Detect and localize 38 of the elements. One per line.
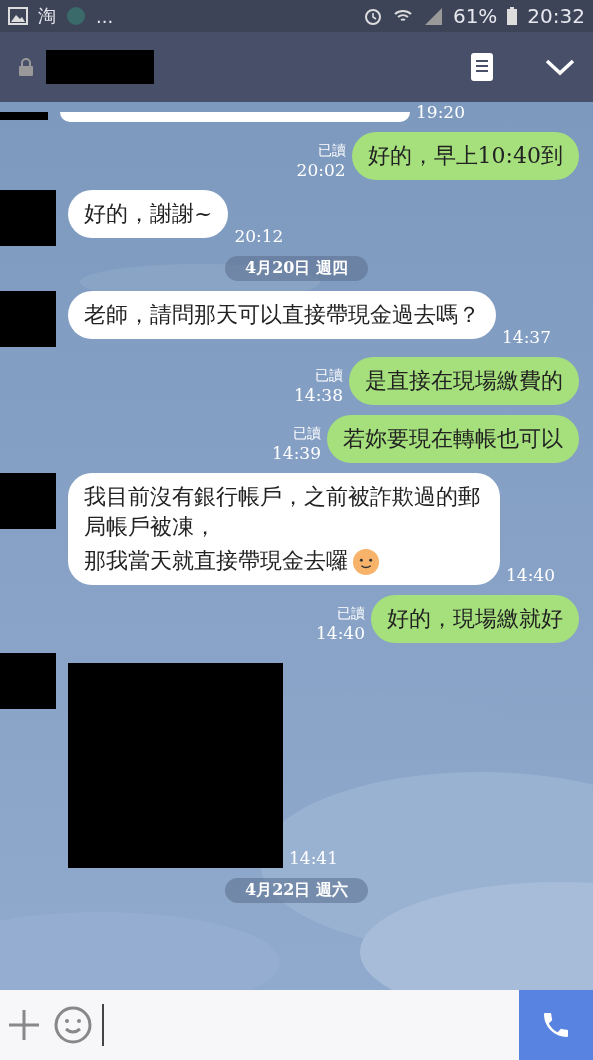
message-bubble: 好的，現場繳就好 bbox=[371, 595, 579, 643]
notes-icon[interactable] bbox=[471, 53, 493, 81]
message-time: 14:39 bbox=[272, 443, 321, 463]
message-time: 14:41 bbox=[289, 848, 338, 868]
date-label: 4月20日 週四 bbox=[225, 256, 368, 281]
message-bubble: 我目前沒有銀行帳戶，之前被詐欺過的郵局帳戶被凍， 那我當天就直接帶現金去囉 bbox=[68, 473, 500, 585]
redacted-avatar bbox=[0, 473, 56, 529]
app-indicator: 淘 bbox=[38, 4, 56, 28]
message-time: 19:20 bbox=[416, 102, 465, 122]
redacted-avatar bbox=[0, 190, 56, 246]
app-icon bbox=[66, 6, 86, 26]
overflow-indicator: ... bbox=[96, 5, 114, 27]
read-receipt: 已讀 bbox=[317, 141, 346, 160]
read-receipt: 已讀 bbox=[315, 366, 343, 385]
redacted-avatar bbox=[0, 653, 56, 709]
message-bubble: 老師，請問那天可以直接帶現金過去嗎？ bbox=[68, 291, 496, 339]
message-bubble: 若妳要現在轉帳也可以 bbox=[327, 415, 579, 463]
message-time: 14:40 bbox=[316, 623, 365, 643]
message-time: 20:02 bbox=[296, 160, 346, 180]
redacted-avatar bbox=[0, 291, 56, 347]
message-time: 20:12 bbox=[234, 226, 284, 246]
read-receipt: 已讀 bbox=[293, 424, 321, 443]
image-icon bbox=[8, 7, 28, 25]
call-button[interactable] bbox=[519, 990, 593, 1060]
alarm-icon bbox=[362, 6, 383, 26]
redacted-avatar bbox=[0, 112, 48, 120]
chevron-down-icon[interactable] bbox=[545, 58, 575, 76]
clock: 20:32 bbox=[527, 4, 585, 28]
battery-icon bbox=[507, 7, 518, 25]
message-time: 14:37 bbox=[502, 327, 551, 347]
read-receipt: 已讀 bbox=[337, 604, 365, 623]
battery-percentage: 61% bbox=[452, 4, 498, 28]
message-bubble: 好的，早上10:40到 bbox=[351, 132, 579, 180]
message-time: 14:40 bbox=[506, 565, 555, 585]
message-time: 14:38 bbox=[294, 385, 343, 405]
message-bubble: 好的，謝謝~ bbox=[68, 190, 229, 238]
date-label: 4月22日 週六 bbox=[225, 878, 368, 903]
message-bubble: 是直接在現場繳費的 bbox=[349, 357, 579, 405]
